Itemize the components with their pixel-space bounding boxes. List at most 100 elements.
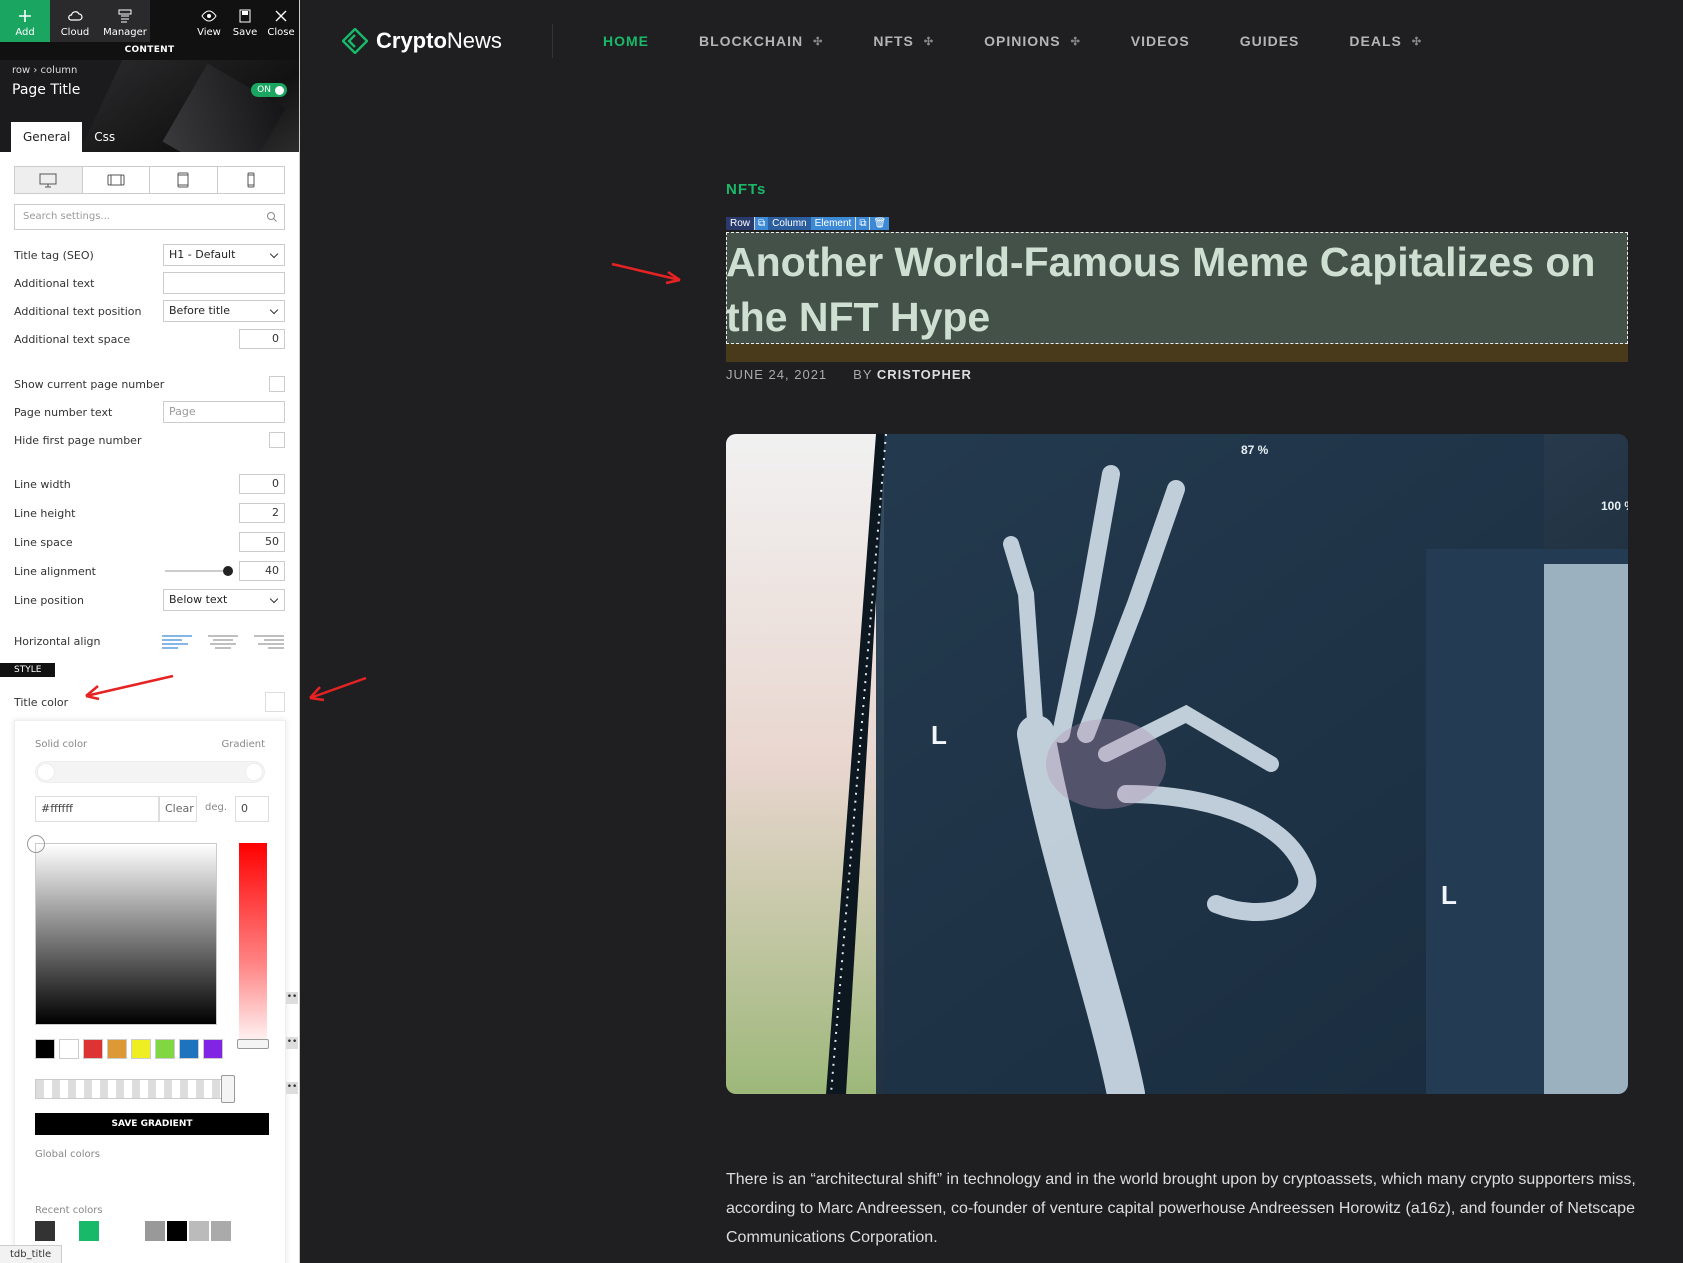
manager-button[interactable]: Manager bbox=[100, 0, 150, 42]
device-desktop[interactable] bbox=[15, 167, 83, 193]
recent-color-swatch[interactable] bbox=[35, 1221, 55, 1241]
nav-item-nfts[interactable]: NFTS ✣ bbox=[873, 33, 934, 49]
element-tag[interactable]: Element bbox=[810, 217, 856, 230]
line-alignment-slider[interactable] bbox=[165, 566, 233, 576]
line-height-input[interactable]: 2 bbox=[239, 503, 285, 523]
preset-swatch[interactable] bbox=[107, 1039, 127, 1059]
tab-general[interactable]: General bbox=[11, 122, 83, 152]
line-space-row: Line space 50 bbox=[14, 531, 285, 553]
align-right-icon[interactable] bbox=[253, 633, 285, 649]
device-portrait[interactable] bbox=[150, 167, 218, 193]
additional-text-space-input[interactable]: 0 bbox=[239, 329, 285, 349]
xray-label-87: 87 % bbox=[1241, 443, 1269, 457]
recent-color-swatch[interactable] bbox=[57, 1221, 77, 1241]
add-button[interactable]: Add bbox=[0, 0, 50, 42]
close-button[interactable]: Close bbox=[263, 0, 299, 42]
column-tag[interactable]: Column bbox=[768, 217, 811, 230]
solid-color-tab[interactable]: Solid color bbox=[35, 739, 87, 750]
breadcrumb[interactable]: row › column bbox=[12, 65, 77, 76]
nav-item-videos[interactable]: VIDEOS bbox=[1131, 33, 1190, 49]
editor-tags: Row ⧉ Column Element ⧉ 🗑 bbox=[726, 217, 890, 230]
gradient-track[interactable] bbox=[35, 761, 265, 783]
recent-color-swatch[interactable] bbox=[211, 1221, 231, 1241]
alpha-knob[interactable] bbox=[221, 1075, 235, 1103]
save-gradient-button[interactable]: SAVE GRADIENT bbox=[35, 1113, 269, 1135]
device-phone[interactable] bbox=[218, 167, 285, 193]
nav-item-label: NFTS bbox=[873, 33, 914, 49]
category-link[interactable]: NFTs bbox=[726, 181, 766, 198]
settings-search-input[interactable]: Search settings... bbox=[14, 204, 285, 230]
editor-toolbar: Add Cloud Manager View Save Close bbox=[0, 0, 299, 42]
nav-item-home[interactable]: HOME bbox=[603, 33, 649, 49]
additional-text-input[interactable] bbox=[163, 272, 285, 294]
show-page-number-label: Show current page number bbox=[14, 377, 165, 391]
preset-swatch[interactable] bbox=[59, 1039, 79, 1059]
close-label: Close bbox=[267, 27, 295, 38]
recent-color-swatch[interactable] bbox=[189, 1221, 209, 1241]
additional-text-position-select[interactable]: Before title bbox=[163, 300, 285, 322]
editor-panel: Add Cloud Manager View Save Close CONTEN… bbox=[0, 0, 300, 1263]
nav-item-deals[interactable]: DEALS ✣ bbox=[1349, 33, 1422, 49]
more-icon[interactable]: •• bbox=[286, 992, 298, 1004]
nav-item-guides[interactable]: GUIDES bbox=[1240, 33, 1300, 49]
preset-swatch[interactable] bbox=[155, 1039, 175, 1059]
deg-input[interactable]: 0 bbox=[235, 796, 269, 822]
recent-color-swatch[interactable] bbox=[145, 1221, 165, 1241]
save-button[interactable]: Save bbox=[227, 0, 263, 42]
hide-first-page-row: Hide first page number bbox=[14, 429, 285, 451]
site-logo[interactable]: CryptoNews bbox=[342, 28, 502, 54]
alpha-slider[interactable] bbox=[35, 1079, 233, 1099]
nav-item-opinions[interactable]: OPINIONS ✣ bbox=[984, 33, 1081, 49]
title-line-bar bbox=[726, 344, 1628, 362]
tab-css[interactable]: Css bbox=[82, 122, 127, 152]
line-space-input[interactable]: 50 bbox=[239, 532, 285, 552]
device-landscape[interactable] bbox=[83, 167, 150, 193]
view-button[interactable]: View bbox=[191, 0, 227, 42]
line-alignment-input[interactable]: 40 bbox=[239, 561, 285, 581]
article-body: There is an “architectural shift” in tec… bbox=[726, 1171, 1636, 1246]
show-page-number-checkbox[interactable] bbox=[269, 376, 285, 392]
nav-item-blockchain[interactable]: BLOCKCHAIN ✣ bbox=[699, 33, 823, 49]
row-copy-icon[interactable]: ⧉ bbox=[754, 217, 769, 230]
hide-first-page-checkbox[interactable] bbox=[269, 432, 285, 448]
author-link[interactable]: CRISTOPHER bbox=[877, 367, 972, 382]
preset-swatch[interactable] bbox=[131, 1039, 151, 1059]
line-position-select[interactable]: Below text bbox=[163, 589, 285, 611]
desktop-icon bbox=[39, 173, 57, 188]
element-toggle[interactable]: ON bbox=[251, 83, 287, 97]
slider-knob[interactable] bbox=[223, 566, 233, 576]
saturation-knob[interactable] bbox=[27, 835, 45, 853]
trash-icon[interactable]: 🗑 bbox=[869, 217, 890, 230]
recent-color-swatch[interactable] bbox=[101, 1221, 121, 1241]
hue-slider[interactable] bbox=[239, 843, 267, 1049]
more-icon[interactable]: •• bbox=[286, 1082, 298, 1094]
hex-input[interactable]: #ffffff bbox=[35, 796, 159, 822]
panel-tabs: General Css bbox=[11, 122, 127, 152]
preset-swatch[interactable] bbox=[179, 1039, 199, 1059]
title-color-swatch[interactable] bbox=[265, 692, 285, 712]
more-icon[interactable]: •• bbox=[286, 1037, 298, 1049]
recent-color-swatch[interactable] bbox=[167, 1221, 187, 1241]
align-center-icon[interactable] bbox=[207, 633, 239, 649]
saturation-area[interactable] bbox=[35, 843, 217, 1025]
close-icon bbox=[275, 10, 287, 22]
element-title: Page Title bbox=[12, 82, 81, 98]
element-copy-icon[interactable]: ⧉ bbox=[855, 217, 870, 230]
preset-swatch[interactable] bbox=[203, 1039, 223, 1059]
preset-swatch[interactable] bbox=[35, 1039, 55, 1059]
line-width-input[interactable]: 0 bbox=[239, 474, 285, 494]
gradient-stop-start[interactable] bbox=[37, 763, 55, 781]
recent-color-swatch[interactable] bbox=[79, 1221, 99, 1241]
title-tag-select[interactable]: H1 - Default bbox=[163, 244, 285, 266]
hue-knob[interactable] bbox=[237, 1039, 269, 1049]
page-number-text-input[interactable]: Page bbox=[163, 401, 285, 423]
clear-button[interactable]: Clear bbox=[159, 796, 197, 822]
recent-color-swatch[interactable] bbox=[123, 1221, 143, 1241]
row-tag[interactable]: Row bbox=[726, 217, 755, 230]
preset-swatch[interactable] bbox=[83, 1039, 103, 1059]
gradient-stop-end[interactable] bbox=[245, 763, 263, 781]
gradient-tab[interactable]: Gradient bbox=[221, 739, 265, 750]
line-alignment-row: Line alignment 40 bbox=[14, 560, 285, 582]
cloud-button[interactable]: Cloud bbox=[50, 0, 100, 42]
align-left-icon[interactable] bbox=[161, 633, 193, 649]
